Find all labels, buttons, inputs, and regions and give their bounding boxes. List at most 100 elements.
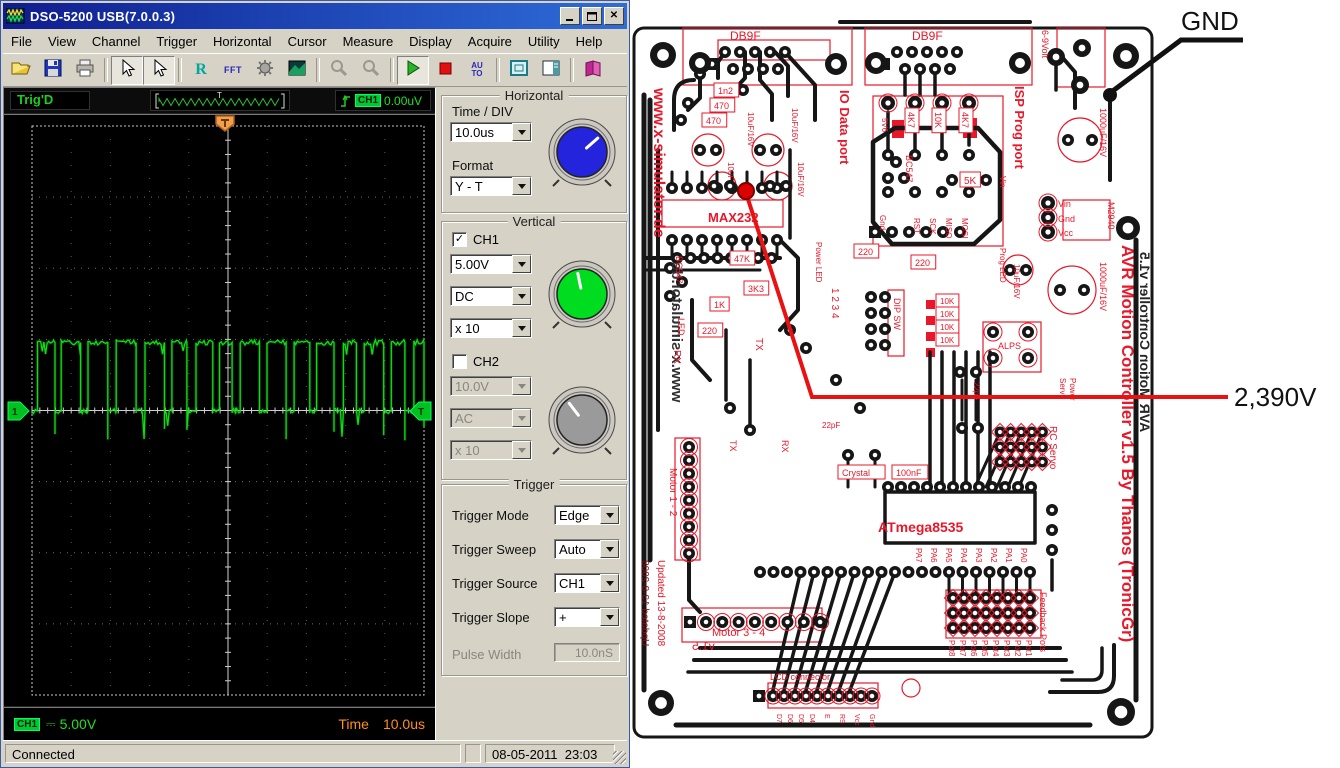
dropdown-arrow-icon <box>512 177 531 195</box>
svg-text:Pot8: Pot8 <box>947 640 956 657</box>
stop-button[interactable] <box>429 56 461 85</box>
maximize-button[interactable] <box>582 7 602 25</box>
menu-item-trigger[interactable]: Trigger <box>148 32 205 51</box>
svg-text:4K7: 4K7 <box>906 112 916 128</box>
channel-r-button[interactable]: R <box>185 56 217 85</box>
svg-text:220: 220 <box>702 326 717 336</box>
open-button[interactable] <box>5 56 37 85</box>
zoom-out-icon <box>361 58 381 83</box>
horizontal-group-title: Horizontal <box>500 88 569 103</box>
dropdown-arrow-icon <box>512 287 531 305</box>
fft-button[interactable]: FFT <box>217 56 249 85</box>
voltage-annotation: 2,390V <box>1234 382 1317 412</box>
menu-item-measure[interactable]: Measure <box>335 32 402 51</box>
minimize-button[interactable] <box>560 7 580 25</box>
resize-grip[interactable] <box>613 751 626 764</box>
panel-view-button[interactable] <box>535 56 567 85</box>
ch2-position-knob[interactable] <box>544 382 620 463</box>
svg-text:1: 1 <box>12 407 18 418</box>
ch2-checkbox[interactable] <box>452 354 467 369</box>
svg-text:22pF: 22pF <box>822 421 840 430</box>
svg-text:ALPS: ALPS <box>998 341 1021 351</box>
ch1-checkbox[interactable]: ✓ <box>452 232 467 247</box>
toolbar-separator <box>496 58 500 82</box>
oscilloscope-window: DSO-5200 USB(7.0.0.3) ✕ FileViewChannelT… <box>0 0 630 768</box>
start-button[interactable] <box>397 56 429 85</box>
svg-text:1 2 3 4: 1 2 3 4 <box>829 288 840 319</box>
menu-item-cursor[interactable]: Cursor <box>280 32 335 51</box>
ch1-volts-select[interactable]: 5.00V <box>450 254 532 274</box>
trigger-mode-select[interactable]: Edge <box>554 505 620 525</box>
toolbar-separator <box>570 58 574 82</box>
trigger-status: Trig'D <box>10 91 90 110</box>
save-button[interactable] <box>37 56 69 85</box>
svg-text:LED: LED <box>676 318 686 336</box>
menu-item-view[interactable]: View <box>40 32 84 51</box>
svg-text:ISP Prog port: ISP Prog port <box>1012 86 1027 169</box>
menu-item-channel[interactable]: Channel <box>84 32 148 51</box>
pointer-button[interactable] <box>111 56 143 85</box>
pointer-icon <box>118 58 136 83</box>
svg-text:Motor 3 - 4: Motor 3 - 4 <box>712 627 765 639</box>
stop-icon <box>435 58 455 83</box>
toolbar-separator <box>104 58 108 82</box>
svg-text:Motor 1 - 2: Motor 1 - 2 <box>667 468 678 517</box>
svg-text:1000uF/16V: 1000uF/16V <box>1098 262 1108 311</box>
trigger-sweep-select[interactable]: Auto <box>554 539 620 559</box>
display-button[interactable] <box>281 56 313 85</box>
ch1-badge: CH1 <box>14 718 40 731</box>
svg-text:SCK: SCK <box>928 218 937 235</box>
svg-text:5K: 5K <box>964 176 977 187</box>
menu-item-horizontal[interactable]: Horizontal <box>205 32 280 51</box>
svg-text:RC Servo: RC Servo <box>1047 426 1058 470</box>
svg-text:MOSI: MOSI <box>960 218 969 238</box>
scope-view-button[interactable] <box>503 56 535 85</box>
svg-text:220: 220 <box>858 247 873 257</box>
time-div-select[interactable]: 10.0us <box>450 122 532 142</box>
title-bar[interactable]: DSO-5200 USB(7.0.0.3) ✕ <box>3 3 627 29</box>
svg-text:E: E <box>823 714 830 719</box>
trigger-status-bar: Trig'D T CH1 0.00uV <box>4 88 435 115</box>
menu-item-acquire[interactable]: Acquire <box>460 32 520 51</box>
timebase-value: 10.0us <box>383 716 425 732</box>
dropdown-arrow-icon <box>512 123 531 141</box>
horizontal-knob[interactable] <box>544 114 620 195</box>
close-button[interactable]: ✕ <box>604 7 624 25</box>
svg-text:PA0: PA0 <box>1019 548 1028 563</box>
pointer-alt-button[interactable] <box>143 56 175 85</box>
svg-text:AVR Motion Controller v1.5: AVR Motion Controller v1.5 <box>1137 252 1153 432</box>
pulse-width-field: 10.0nS <box>554 643 620 662</box>
ch1-probe-select[interactable]: x 10 <box>450 318 532 338</box>
svg-text:Vin: Vin <box>998 176 1007 187</box>
menu-item-display[interactable]: Display <box>401 32 460 51</box>
help-button[interactable] <box>577 56 609 85</box>
ch2-volts-select: 10.0V <box>450 376 532 396</box>
zoom-in-icon <box>329 58 349 83</box>
trigger-source-select[interactable]: CH1 <box>554 573 620 593</box>
svg-text:MISO: MISO <box>944 218 953 238</box>
svg-text:PA3: PA3 <box>974 548 983 563</box>
ch1-position-knob[interactable] <box>544 256 620 337</box>
svg-text:PA4: PA4 <box>959 548 968 563</box>
probe-dot <box>738 183 754 199</box>
svg-text:AVR Motion Controller v1.5 By: AVR Motion Controller v1.5 By Thanos (Tr… <box>1118 245 1137 642</box>
menu-item-utility[interactable]: Utility <box>520 32 568 51</box>
svg-text:PA5: PA5 <box>944 548 953 563</box>
datetime-status: 08-05-2011 23:03 <box>485 744 615 763</box>
trigger-slope-icon <box>339 94 352 108</box>
svg-text:4K7: 4K7 <box>960 112 970 128</box>
svg-text:10uF: 10uF <box>726 162 735 180</box>
print-button[interactable] <box>69 56 101 85</box>
svg-text:220: 220 <box>915 258 930 268</box>
format-select[interactable]: Y - T <box>450 176 532 196</box>
auto-button[interactable]: AUTO <box>461 56 493 85</box>
svg-text:10K: 10K <box>940 310 955 319</box>
ch1-label: CH1 <box>473 232 499 247</box>
trigger-row-label: Trigger Source <box>452 576 538 591</box>
ch1-coupling-select[interactable]: DC <box>450 286 532 306</box>
waveform-preview[interactable]: T <box>150 90 290 111</box>
trigger-slope-select[interactable]: + <box>554 607 620 627</box>
settings-button[interactable] <box>249 56 281 85</box>
menu-item-help[interactable]: Help <box>568 32 611 51</box>
menu-item-file[interactable]: File <box>3 32 40 51</box>
